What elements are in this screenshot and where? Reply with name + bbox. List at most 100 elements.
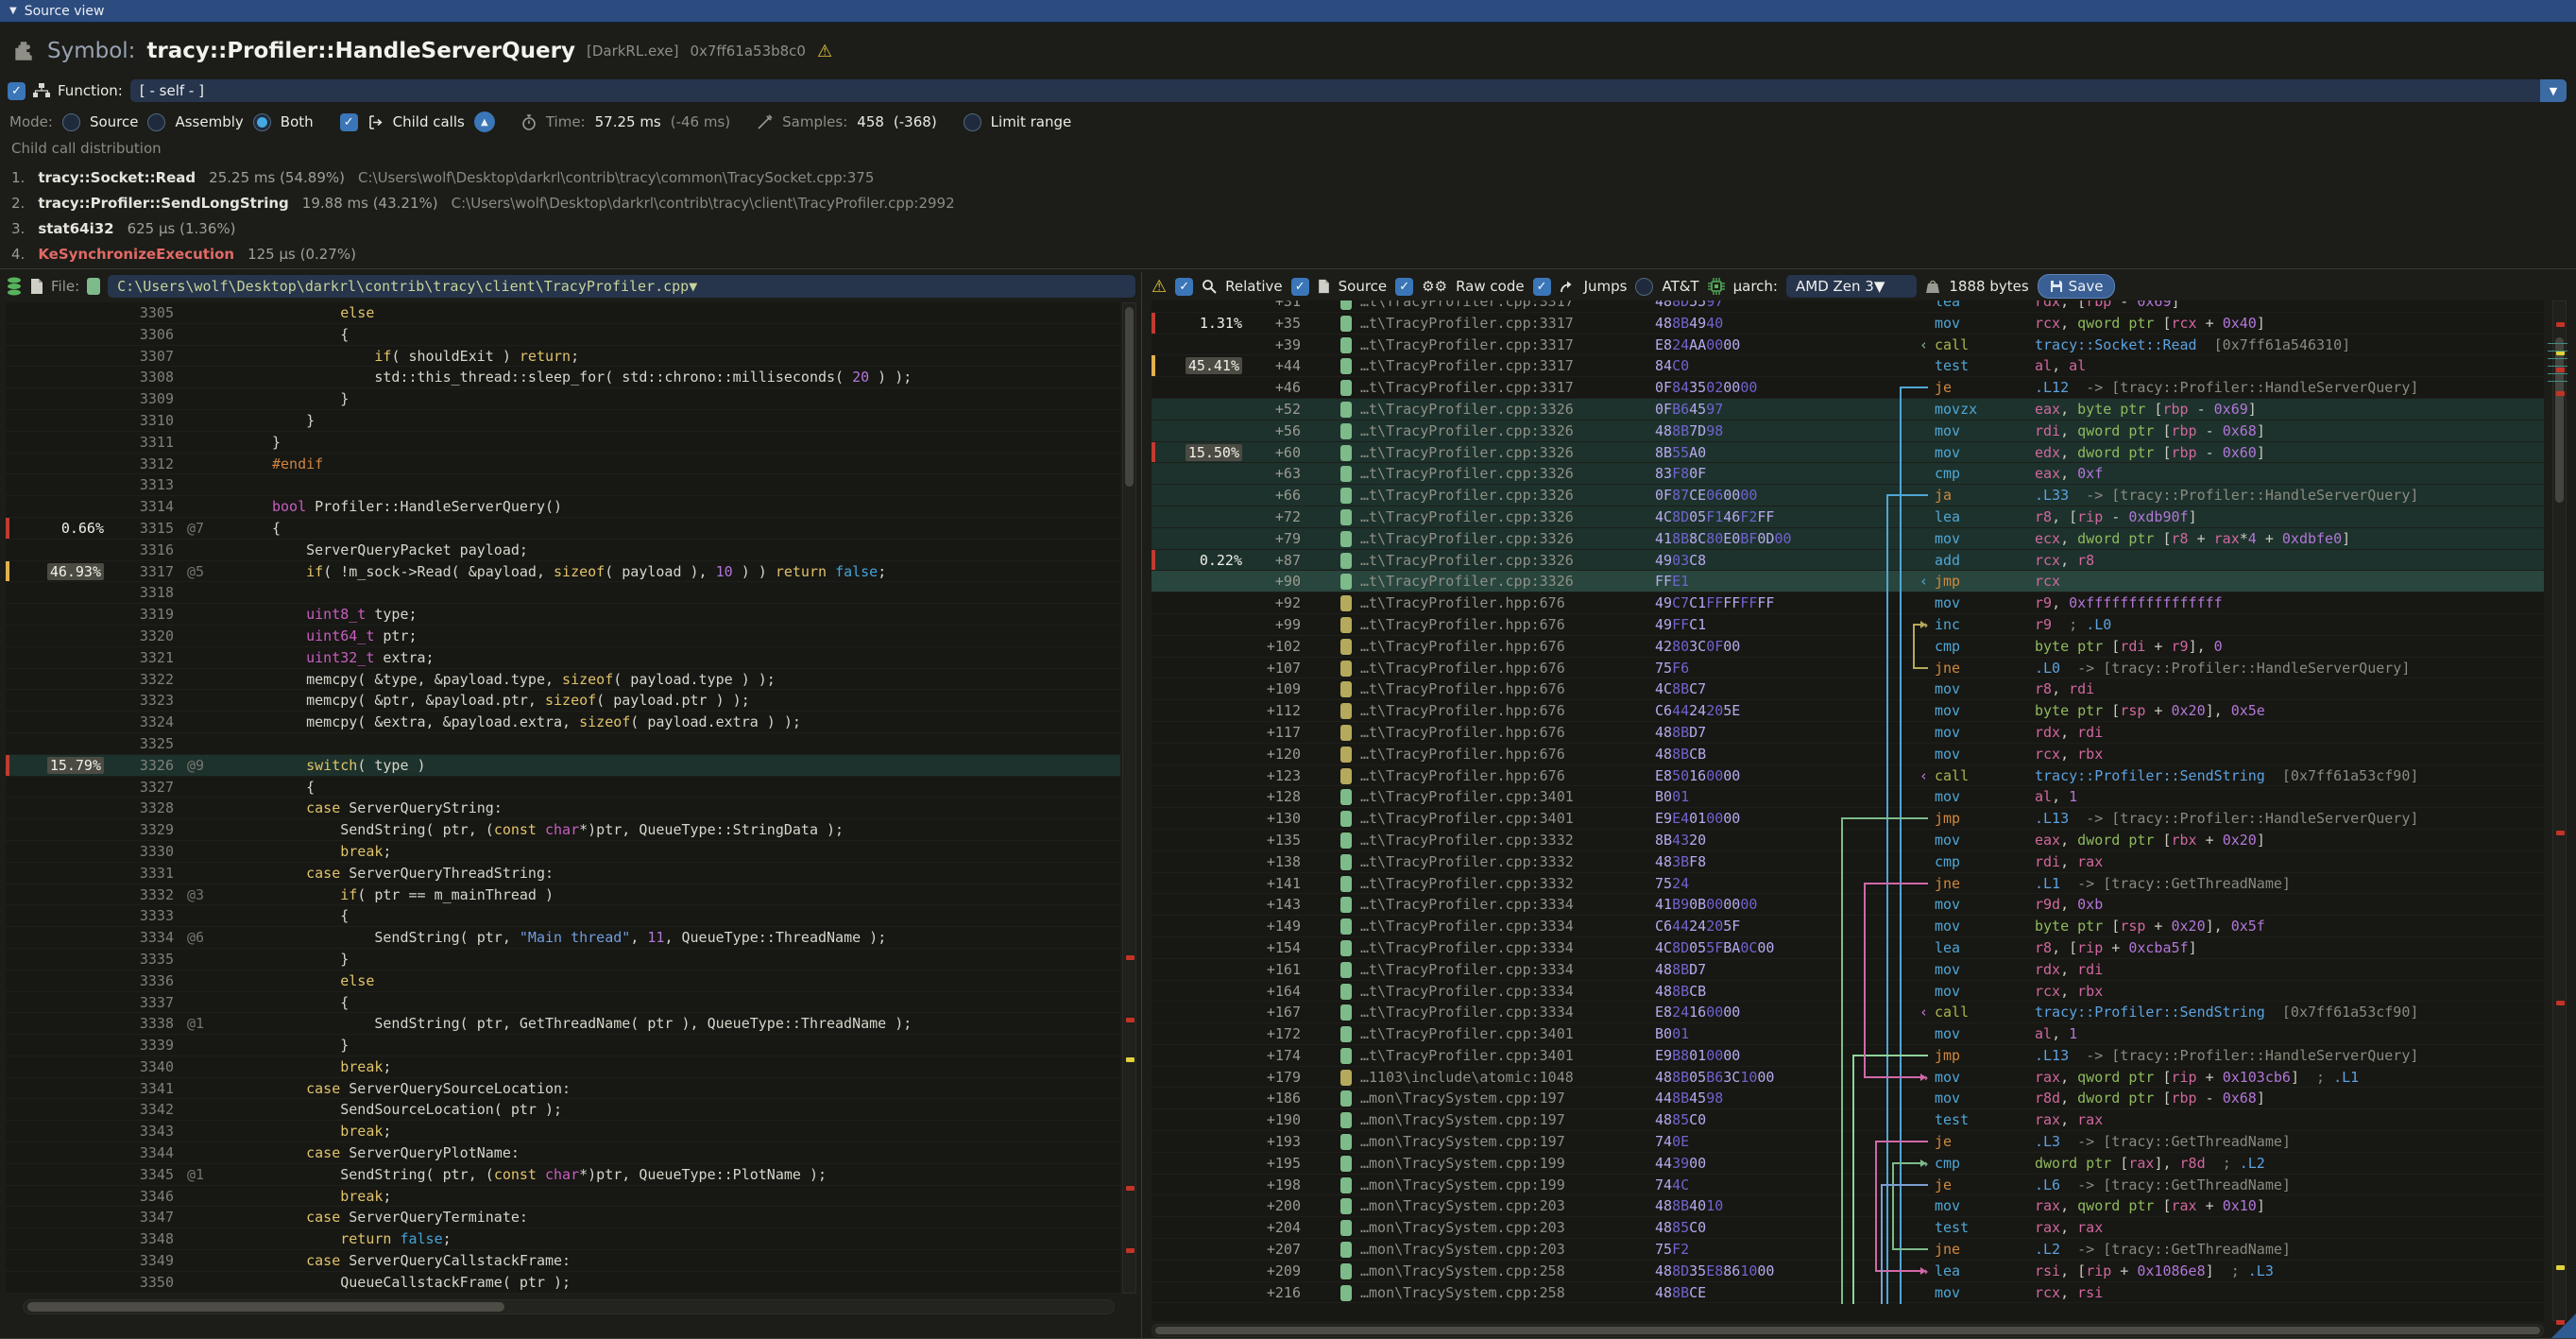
asm-row[interactable]: +102 …t\TracyProfiler.hpp:676 42803C0F00… bbox=[1152, 636, 2544, 658]
chevron-down-icon[interactable]: ▼ bbox=[2540, 79, 2567, 102]
source-line-row[interactable]: 3347 case ServerQueryTerminate: bbox=[6, 1207, 1120, 1228]
save-button[interactable]: Save bbox=[2038, 274, 2116, 299]
asm-source-location[interactable]: …t\TracyProfiler.hpp:676 bbox=[1360, 744, 1612, 764]
asm-source-location[interactable]: …t\TracyProfiler.cpp:3326 bbox=[1360, 421, 1612, 441]
asm-row[interactable]: +174 …t\TracyProfiler.cpp:3401 E9B801000… bbox=[1152, 1045, 2544, 1067]
radio-source[interactable] bbox=[62, 113, 80, 131]
asm-row[interactable]: +31 …t\TracyProfiler.cpp:3317 488D5597 l… bbox=[1152, 300, 2544, 313]
radio-assembly[interactable] bbox=[147, 113, 165, 131]
source-line-row[interactable]: 3319 uint8_t type; bbox=[6, 604, 1120, 626]
source-checkbox[interactable]: ✓ bbox=[1291, 278, 1309, 296]
source-line-row[interactable]: 3344 case ServerQueryPlotName: bbox=[6, 1142, 1120, 1164]
asm-source-location[interactable]: …mon\TracySystem.cpp:258 bbox=[1360, 1282, 1612, 1303]
source-line-row[interactable]: 3322 memcpy( &type, &payload.type, sizeo… bbox=[6, 669, 1120, 691]
source-line-row[interactable]: 3325 bbox=[6, 733, 1120, 755]
att-checkbox[interactable] bbox=[1635, 278, 1653, 296]
asm-source-location[interactable]: …1103\include\atomic:1048 bbox=[1360, 1067, 1612, 1088]
asm-source-location[interactable]: …t\TracyProfiler.hpp:676 bbox=[1360, 636, 1612, 657]
source-line-row[interactable]: 3318 bbox=[6, 582, 1120, 604]
source-line-row[interactable]: 3311 } bbox=[6, 432, 1120, 454]
source-line-row[interactable]: 3348 return false; bbox=[6, 1228, 1120, 1250]
limit-range-checkbox[interactable] bbox=[964, 113, 981, 131]
warning-icon[interactable]: ⚠ bbox=[1152, 277, 1167, 297]
asm-row[interactable]: +120 …t\TracyProfiler.hpp:676 488BCB mov… bbox=[1152, 744, 2544, 765]
assembly-vertical-scrollbar[interactable] bbox=[2552, 300, 2567, 1321]
asm-row[interactable]: +141 …t\TracyProfiler.cpp:3332 7524 jne … bbox=[1152, 873, 2544, 895]
asm-row[interactable]: 0.22% +87 …t\TracyProfiler.cpp:3326 4903… bbox=[1152, 550, 2544, 572]
asm-source-location[interactable]: …t\TracyProfiler.cpp:3326 bbox=[1360, 485, 1612, 506]
asm-source-location[interactable]: …t\TracyProfiler.cpp:3334 bbox=[1360, 1002, 1612, 1022]
asm-row[interactable]: +99 …t\TracyProfiler.hpp:676 49FFC1 →inc… bbox=[1152, 614, 2544, 636]
asm-source-location[interactable]: …t\TracyProfiler.cpp:3332 bbox=[1360, 873, 1612, 894]
asm-source-location[interactable]: …mon\TracySystem.cpp:203 bbox=[1360, 1239, 1612, 1260]
titlebar[interactable]: ▼ Source view bbox=[0, 0, 2576, 23]
asm-row[interactable]: +123 …t\TracyProfiler.hpp:676 E850160000… bbox=[1152, 765, 2544, 787]
asm-row[interactable]: +209 …mon\TracySystem.cpp:258 488D35E886… bbox=[1152, 1261, 2544, 1282]
asm-source-location[interactable]: …t\TracyProfiler.cpp:3326 bbox=[1360, 550, 1612, 571]
asm-row[interactable]: +66 …t\TracyProfiler.cpp:3326 0F87CE0600… bbox=[1152, 485, 2544, 506]
source-line-row[interactable]: 3340 break; bbox=[6, 1056, 1120, 1078]
child-call-item[interactable]: 4. KeSynchronizeExecution 125 µs (0.27%) bbox=[11, 241, 2567, 266]
asm-source-location[interactable]: …t\TracyProfiler.cpp:3334 bbox=[1360, 916, 1612, 936]
asm-source-location[interactable]: …t\TracyProfiler.cpp:3334 bbox=[1360, 959, 1612, 980]
asm-row[interactable]: +92 …t\TracyProfiler.hpp:676 49C7C1FFFFF… bbox=[1152, 592, 2544, 614]
asm-source-location[interactable]: …t\TracyProfiler.cpp:3326 bbox=[1360, 463, 1612, 484]
asm-source-location[interactable]: …mon\TracySystem.cpp:203 bbox=[1360, 1217, 1612, 1238]
asm-row[interactable]: +161 …t\TracyProfiler.cpp:3334 488BD7 mo… bbox=[1152, 959, 2544, 981]
asm-row[interactable]: +79 …t\TracyProfiler.cpp:3326 418B8C80E0… bbox=[1152, 528, 2544, 550]
asm-row[interactable]: +63 …t\TracyProfiler.cpp:3326 83F80F cmp… bbox=[1152, 463, 2544, 485]
radio-both[interactable] bbox=[253, 113, 271, 131]
asm-source-location[interactable]: …mon\TracySystem.cpp:258 bbox=[1360, 1261, 1612, 1281]
assembly-listing[interactable]: +31 …t\TracyProfiler.cpp:3317 488D5597 l… bbox=[1152, 300, 2544, 1321]
asm-source-location[interactable]: …t\TracyProfiler.cpp:3334 bbox=[1360, 937, 1612, 958]
asm-row[interactable]: +138 …t\TracyProfiler.cpp:3332 483BF8 cm… bbox=[1152, 851, 2544, 873]
source-line-row[interactable]: 3307 if( shouldExit ) return; bbox=[6, 346, 1120, 368]
asm-row[interactable]: +90 …t\TracyProfiler.cpp:3326 FFE1 ‹jmp … bbox=[1152, 571, 2544, 592]
asm-row[interactable]: +204 …mon\TracySystem.cpp:203 4885C0 tes… bbox=[1152, 1217, 2544, 1239]
source-line-row[interactable]: 3327 { bbox=[6, 777, 1120, 798]
asm-source-location[interactable]: …t\TracyProfiler.cpp:3332 bbox=[1360, 830, 1612, 850]
child-call-item[interactable]: 2. tracy::Profiler::SendLongString 19.88… bbox=[11, 190, 2567, 215]
asm-row[interactable]: +172 …t\TracyProfiler.cpp:3401 B001 mov … bbox=[1152, 1023, 2544, 1045]
asm-source-location[interactable]: …t\TracyProfiler.cpp:3317 bbox=[1360, 313, 1612, 334]
source-line-row[interactable]: 3345 @1 SendString( ptr, (const char*)pt… bbox=[6, 1164, 1120, 1186]
source-line-row[interactable]: 46.93% 3317 @5 if( !m_sock->Read( &paylo… bbox=[6, 561, 1120, 583]
asm-source-location[interactable]: …mon\TracySystem.cpp:197 bbox=[1360, 1109, 1612, 1130]
asm-row[interactable]: +207 …mon\TracySystem.cpp:203 75F2 jne .… bbox=[1152, 1239, 2544, 1261]
scrollbar-thumb[interactable] bbox=[2555, 337, 2564, 503]
asm-row[interactable]: +109 …t\TracyProfiler.hpp:676 4C8BC7 mov… bbox=[1152, 678, 2544, 700]
asm-source-location[interactable]: …t\TracyProfiler.cpp:3334 bbox=[1360, 894, 1612, 915]
assembly-horizontal-scrollbar[interactable] bbox=[1152, 1324, 2544, 1337]
source-line-row[interactable]: 3313 bbox=[6, 474, 1120, 496]
source-line-row[interactable]: 3312 #endif bbox=[6, 454, 1120, 475]
uarch-combo[interactable]: AMD Zen 3 ▼ bbox=[1786, 275, 1917, 298]
asm-source-location[interactable]: …t\TracyProfiler.cpp:3317 bbox=[1360, 377, 1612, 398]
source-line-row[interactable]: 3323 memcpy( &ptr, &payload.ptr, sizeof(… bbox=[6, 690, 1120, 712]
child-calls-checkbox[interactable]: ✓ bbox=[340, 113, 358, 131]
source-line-row[interactable]: 3338 @1 SendString( ptr, GetThreadName( … bbox=[6, 1013, 1120, 1035]
asm-source-location[interactable]: …t\TracyProfiler.cpp:3401 bbox=[1360, 786, 1612, 807]
source-line-row[interactable]: 3350 QueueCallstackFrame( ptr ); bbox=[6, 1272, 1120, 1294]
asm-source-location[interactable]: …t\TracyProfiler.cpp:3332 bbox=[1360, 851, 1612, 872]
source-line-row[interactable]: 3314 bool Profiler::HandleServerQuery() bbox=[6, 496, 1120, 518]
asm-row[interactable]: +117 …t\TracyProfiler.hpp:676 488BD7 mov… bbox=[1152, 722, 2544, 744]
asm-row[interactable]: +52 …t\TracyProfiler.cpp:3326 0FB64597 m… bbox=[1152, 399, 2544, 421]
source-line-row[interactable]: 3339 } bbox=[6, 1035, 1120, 1056]
asm-source-location[interactable]: …t\TracyProfiler.cpp:3401 bbox=[1360, 808, 1612, 829]
chevron-down-icon[interactable]: ▼ bbox=[1874, 278, 1885, 295]
asm-source-location[interactable]: …mon\TracySystem.cpp:199 bbox=[1360, 1153, 1612, 1174]
asm-row[interactable]: +128 …t\TracyProfiler.cpp:3401 B001 mov … bbox=[1152, 786, 2544, 808]
source-line-row[interactable]: 3328 case ServerQueryString: bbox=[6, 798, 1120, 819]
asm-row[interactable]: +200 …mon\TracySystem.cpp:203 488B4010 m… bbox=[1152, 1195, 2544, 1217]
asm-row[interactable]: 1.31% +35 …t\TracyProfiler.cpp:3317 488B… bbox=[1152, 313, 2544, 335]
asm-row[interactable]: +149 …t\TracyProfiler.cpp:3334 C64424205… bbox=[1152, 916, 2544, 937]
asm-source-location[interactable]: …t\TracyProfiler.hpp:676 bbox=[1360, 765, 1612, 786]
collapse-triangle-icon[interactable]: ▼ bbox=[9, 6, 17, 16]
source-line-row[interactable]: 3321 uint32_t extra; bbox=[6, 647, 1120, 669]
source-line-row[interactable]: 3331 case ServerQueryThreadString: bbox=[6, 863, 1120, 884]
asm-row[interactable]: +143 …t\TracyProfiler.cpp:3334 41B90B000… bbox=[1152, 894, 2544, 916]
asm-source-location[interactable]: …t\TracyProfiler.cpp:3317 bbox=[1360, 355, 1612, 376]
asm-source-location[interactable]: …mon\TracySystem.cpp:199 bbox=[1360, 1175, 1612, 1195]
asm-row[interactable]: 45.41% +44 …t\TracyProfiler.cpp:3317 84C… bbox=[1152, 355, 2544, 377]
asm-row[interactable]: 15.50% +60 …t\TracyProfiler.cpp:3326 8B5… bbox=[1152, 442, 2544, 464]
